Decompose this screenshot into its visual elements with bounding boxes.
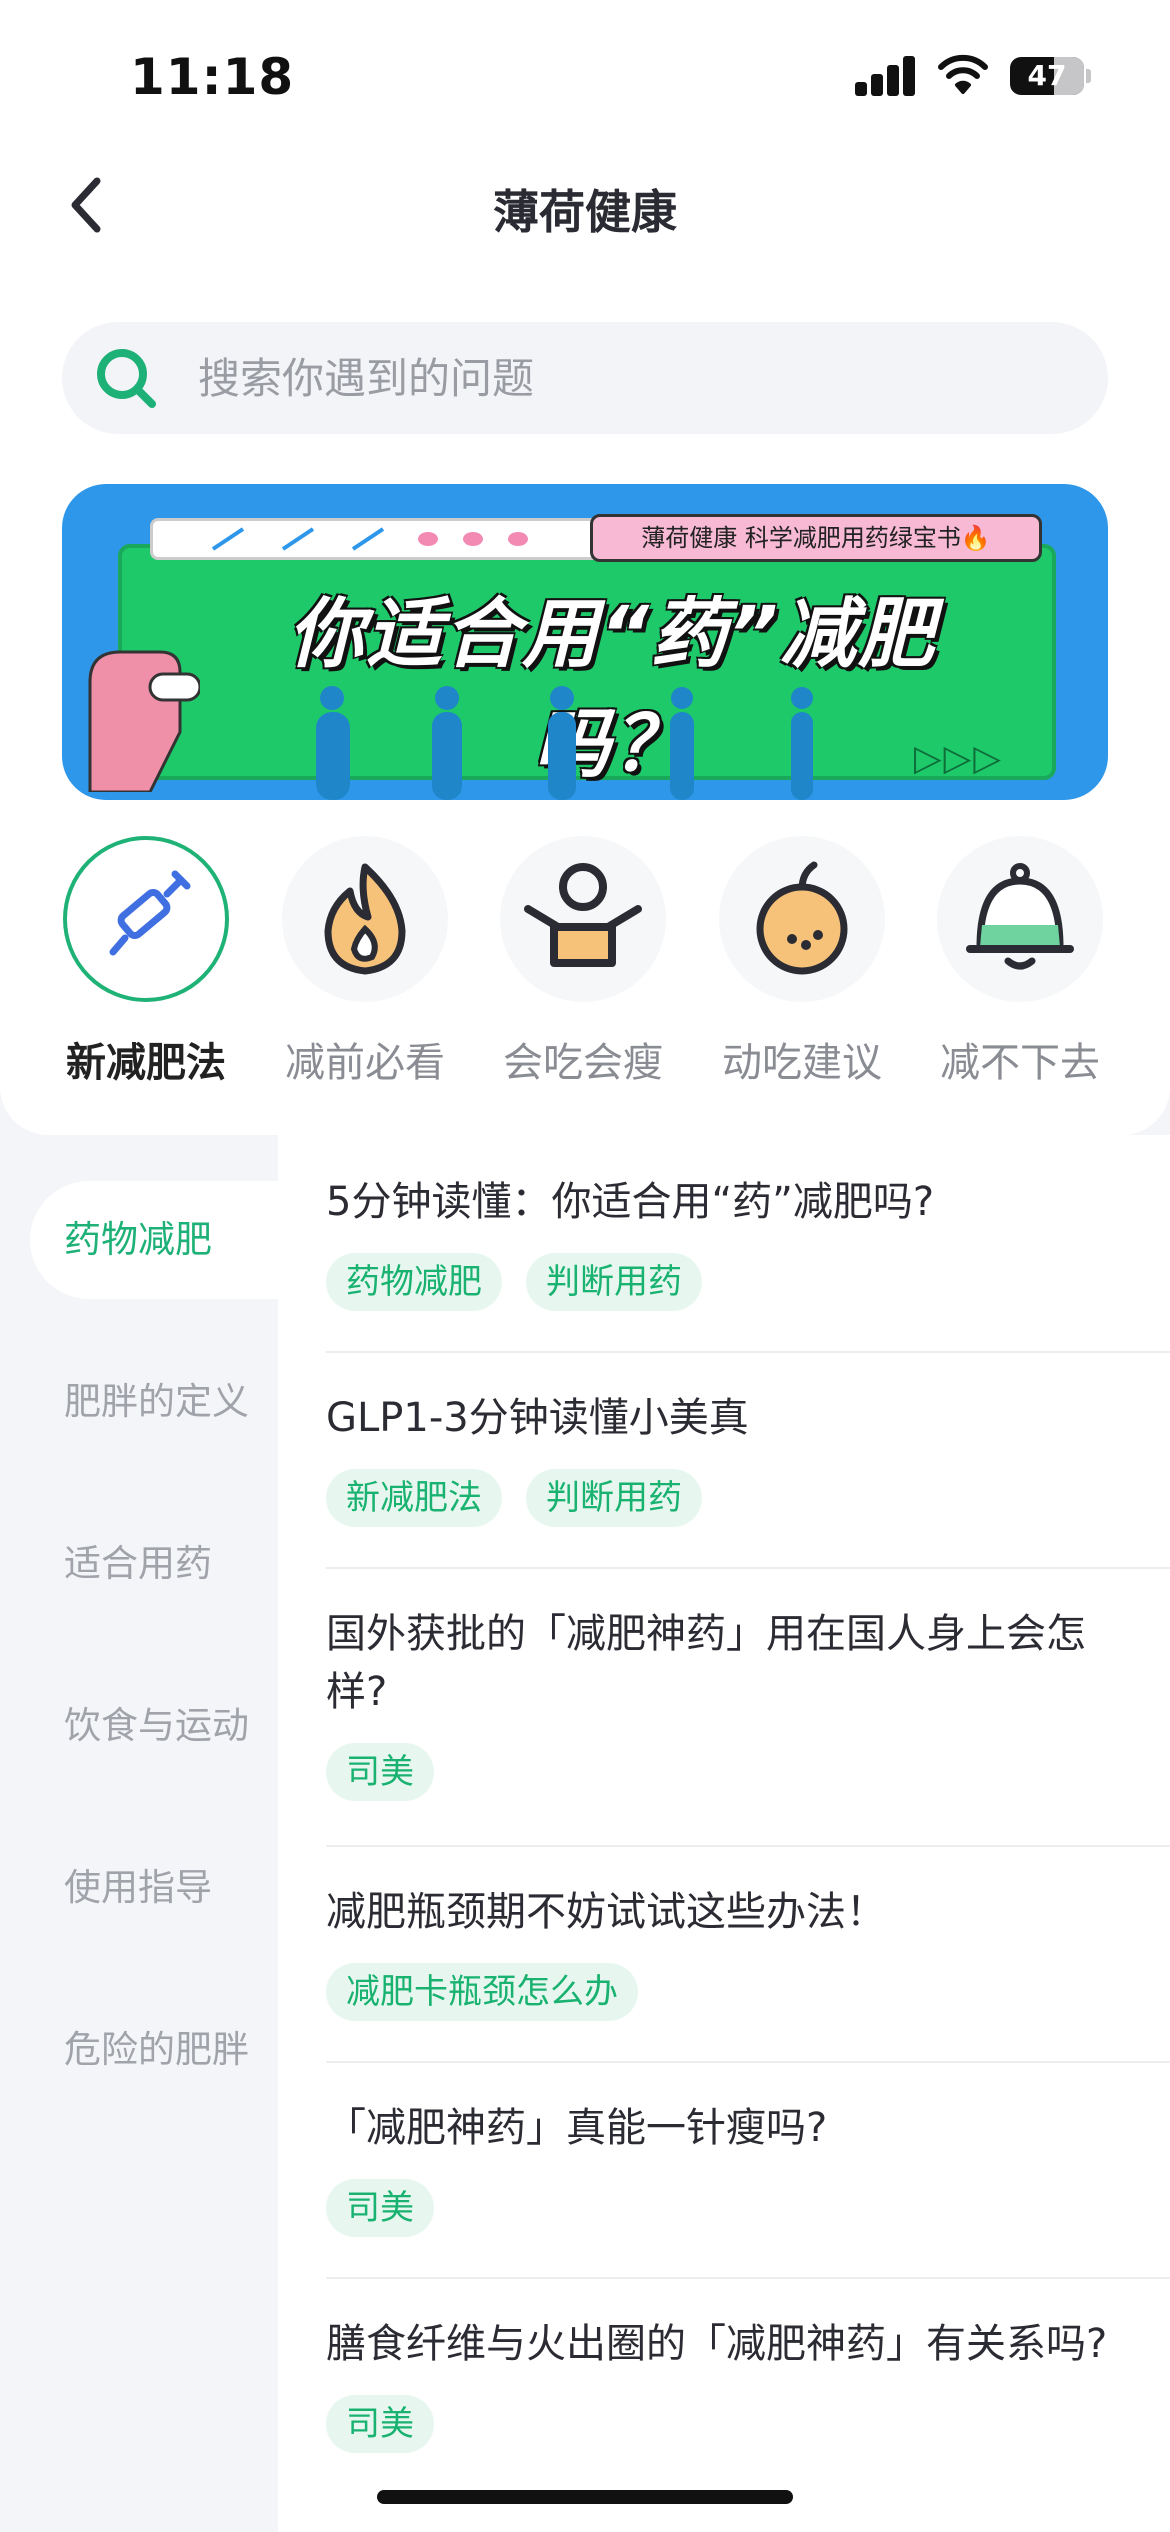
article-tag[interactable]: 药物减肥 <box>326 1253 502 1311</box>
syringe-icon <box>109 870 191 956</box>
battery-icon: 47 <box>1010 57 1084 95</box>
wifi-icon <box>938 54 988 94</box>
sidebar-item-suitable-medication[interactable]: 适合用药 <box>30 1505 300 1623</box>
category-circle <box>282 836 448 1002</box>
article-item[interactable]: 「减肥神药」真能一针瘦吗? 司美 <box>326 2099 1136 2237</box>
category-label: 减前必看 <box>285 1040 445 1086</box>
article-tag[interactable]: 新减肥法 <box>326 1469 502 1527</box>
sidebar-item-obesity-definition[interactable]: 肥胖的定义 <box>30 1343 300 1461</box>
category-circle <box>719 836 885 1002</box>
category-label: 动吃建议 <box>722 1040 882 1086</box>
banner-arrows: ▷▷▷ <box>914 738 1004 779</box>
article-tag[interactable]: 减肥卡瓶颈怎么办 <box>326 1963 638 2021</box>
article-tag[interactable]: 判断用药 <box>526 1253 702 1311</box>
battery-level: 47 <box>1027 59 1067 92</box>
article-tag[interactable]: 判断用药 <box>526 1469 702 1527</box>
article-title: 减肥瓶颈期不妨试试这些办法！ <box>326 1889 886 1935</box>
category-label: 新减肥法 <box>66 1040 226 1086</box>
article-title: 膳食纤维与火出圈的「减肥神药」有关系吗? <box>326 2321 1108 2367</box>
article-title: GLP1-3分钟读懂小美真 <box>326 1395 749 1441</box>
hand-binoculars-icon <box>88 650 200 792</box>
search-icon <box>97 349 156 408</box>
walking-figures-icon <box>316 686 813 800</box>
person-cheer-icon <box>524 863 642 967</box>
category-eat-smart[interactable]: 会吃会瘦 <box>498 836 668 1088</box>
signal-icon <box>855 56 917 96</box>
article-list: 5分钟读懂：你适合用“药”减肥吗? 药物减肥 判断用药 GLP1-3分钟读懂小美… <box>278 1135 1170 2532</box>
article-title: 国外获批的「减肥神药」用在国人身上会怎样? <box>326 1611 1086 1715</box>
category-plateau[interactable]: 减不下去 <box>935 836 1105 1088</box>
divider <box>326 2277 1170 2279</box>
article-item[interactable]: GLP1-3分钟读懂小美真 新减肥法 判断用药 <box>326 1389 1136 1527</box>
banner-tagline: 薄荷健康 科学减肥用药绿宝书🔥 <box>590 514 1042 562</box>
search-input[interactable] <box>198 353 1018 403</box>
flame-icon <box>324 863 406 975</box>
article-item[interactable]: 膳食纤维与火出圈的「减肥神药」有关系吗? 司美 <box>326 2315 1136 2453</box>
banner-syringe-strip <box>150 518 650 560</box>
article-title: 5分钟读懂：你适合用“药”减肥吗? <box>326 1179 935 1225</box>
article-title: 「减肥神药」真能一针瘦吗? <box>326 2105 828 2151</box>
category-circle <box>937 836 1103 1002</box>
category-new-method[interactable]: 新减肥法 <box>61 836 231 1088</box>
home-indicator[interactable] <box>377 2490 793 2504</box>
sidebar: 药物减肥 肥胖的定义 适合用药 饮食与运动 使用指导 危险的肥胖 <box>0 1135 300 2532</box>
sidebar-item-usage-guide[interactable]: 使用指导 <box>30 1829 300 1947</box>
bell-icon <box>966 863 1074 970</box>
category-circle <box>500 836 666 1002</box>
promo-banner[interactable]: 薄荷健康 科学减肥用药绿宝书🔥 你适合用“药”减肥吗？ ▷▷▷ <box>62 484 1108 800</box>
sidebar-item-dangerous-obesity[interactable]: 危险的肥胖 <box>30 1991 300 2109</box>
article-tag[interactable]: 司美 <box>326 2179 434 2237</box>
syringe-strip-icon <box>211 527 528 551</box>
divider <box>326 1351 1170 1353</box>
article-tag[interactable]: 司美 <box>326 2395 434 2453</box>
category-move-eat-tips[interactable]: 动吃建议 <box>717 836 887 1088</box>
sidebar-item-drug-weight-loss[interactable]: 药物减肥 <box>30 1181 300 1299</box>
category-label: 减不下去 <box>940 1040 1100 1086</box>
orange-icon <box>756 861 848 975</box>
divider <box>326 2061 1170 2063</box>
divider <box>326 1845 1170 1847</box>
page-title: 薄荷健康 <box>493 185 677 239</box>
article-item[interactable]: 减肥瓶颈期不妨试试这些办法！ 减肥卡瓶颈怎么办 <box>326 1883 1136 2021</box>
article-tag[interactable]: 司美 <box>326 1743 434 1801</box>
status-time: 11:18 <box>130 48 295 106</box>
article-item[interactable]: 5分钟读懂：你适合用“药”减肥吗? 药物减肥 判断用药 <box>326 1173 1136 1311</box>
search-bar[interactable] <box>62 322 1108 434</box>
category-label: 会吃会瘦 <box>503 1040 663 1086</box>
divider <box>326 1567 1170 1569</box>
category-circle <box>63 836 229 1002</box>
article-item[interactable]: 国外获批的「减肥神药」用在国人身上会怎样? 司美 <box>326 1605 1136 1801</box>
battery-tip <box>1086 69 1091 83</box>
sidebar-item-diet-exercise[interactable]: 饮食与运动 <box>30 1667 300 1785</box>
category-before-diet[interactable]: 减前必看 <box>280 836 450 1088</box>
